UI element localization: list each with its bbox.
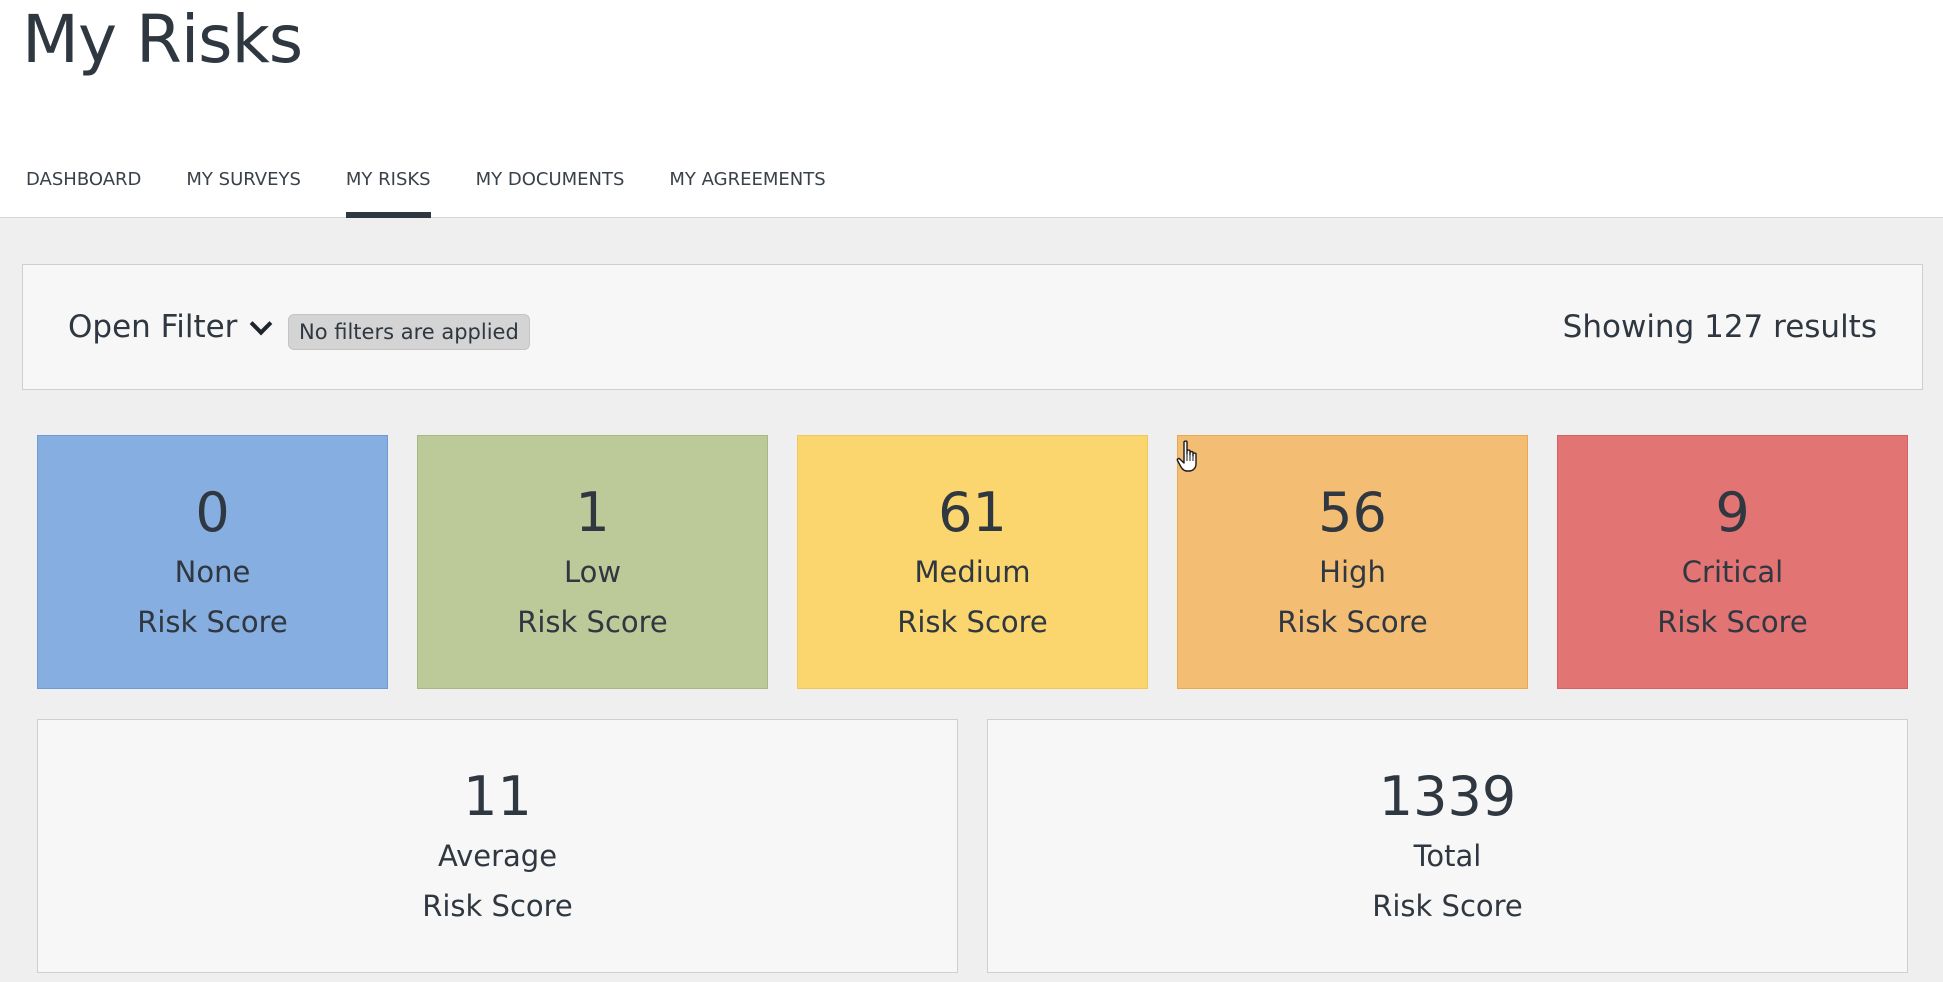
total-risk-label: Total [1413,839,1482,873]
risk-level-label: Medium [914,555,1031,589]
average-risk-label: Average [437,839,558,873]
risk-count: 0 [195,481,230,544]
total-risk-card: 1339 Total Risk Score [987,719,1908,973]
filter-status-badge: No filters are applied [288,314,530,350]
results-count: Showing 127 results [1562,309,1877,345]
average-risk-card: 11 Average Risk Score [37,719,958,973]
risk-score-caption: Risk Score [1372,889,1523,923]
tab-my-documents[interactable]: MY DOCUMENTS [476,166,625,218]
risk-level-label: None [174,555,251,589]
risk-score-caption: Risk Score [422,889,573,923]
page-title: My Risks [22,1,303,78]
risk-score-caption: Risk Score [1277,605,1428,639]
tab-my-risks[interactable]: MY RISKS [345,166,431,218]
average-risk-value: 11 [463,765,532,828]
filter-bar: Open Filter No filters are applied Showi… [22,264,1923,390]
risk-score-caption: Risk Score [1657,605,1808,639]
tab-my-surveys[interactable]: MY SURVEYS [186,166,300,218]
risk-count: 1 [575,481,610,544]
risk-score-caption: Risk Score [517,605,668,639]
risk-level-label: Low [563,555,622,589]
open-filter-label: Open Filter [68,309,238,345]
risk-level-label: High [1319,555,1386,589]
risk-count: 9 [1715,481,1750,544]
chevron-down-icon [250,312,273,336]
risk-level-label: Critical [1681,555,1784,589]
tab-dashboard[interactable]: DASHBOARD [26,166,141,218]
risk-card-high[interactable]: 56 High Risk Score [1177,435,1528,689]
risk-score-caption: Risk Score [897,605,1048,639]
risk-card-medium[interactable]: 61 Medium Risk Score [797,435,1148,689]
page-header: My Risks DASHBOARD MY SURVEYS MY RISKS M… [0,0,1943,218]
risk-card-none[interactable]: 0 None Risk Score [37,435,388,689]
tab-my-agreements[interactable]: MY AGREEMENTS [669,166,825,218]
risk-card-low[interactable]: 1 Low Risk Score [417,435,768,689]
risk-score-caption: Risk Score [137,605,288,639]
risk-card-critical[interactable]: 9 Critical Risk Score [1557,435,1908,689]
total-risk-value: 1339 [1378,765,1517,828]
tab-bar: DASHBOARD MY SURVEYS MY RISKS MY DOCUMEN… [26,166,871,218]
open-filter-button[interactable]: Open Filter [68,307,273,347]
risk-count: 61 [938,481,1007,544]
risk-count: 56 [1318,481,1387,544]
